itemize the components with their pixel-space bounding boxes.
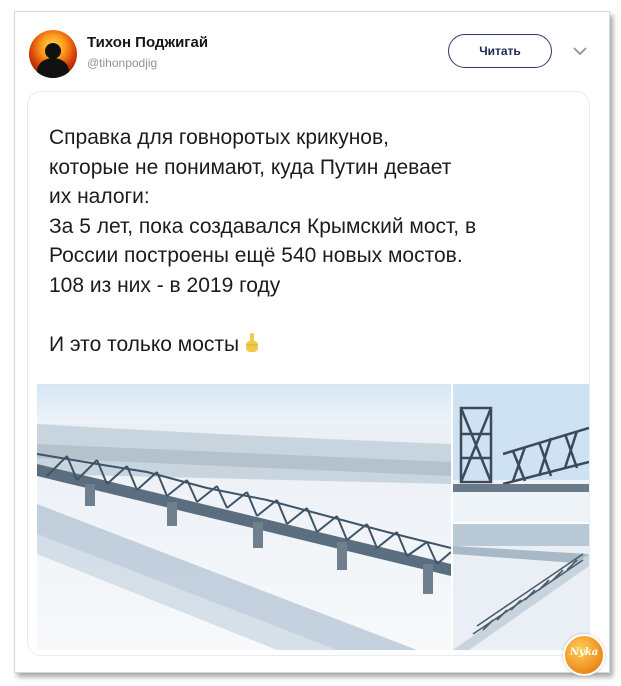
- bridge-over-frozen-river-photo[interactable]: [453, 524, 589, 650]
- author-avatar[interactable]: [29, 30, 77, 78]
- watermark-text: Nyka: [569, 647, 599, 658]
- tweet-card: Справка для говноротых крикунов, которые…: [27, 91, 590, 656]
- chevron-down-icon[interactable]: [571, 42, 589, 60]
- author-handle[interactable]: @tihonpodjig: [87, 56, 157, 70]
- pointing-up-hand-icon: [243, 332, 261, 354]
- steel-truss-bridge-closeup-photo[interactable]: [453, 384, 589, 522]
- author-display-name[interactable]: Тихон Поджигай: [87, 34, 208, 51]
- silhouette-body: [37, 58, 69, 78]
- tweet-text: Справка для говноротых крикунов, которые…: [49, 123, 589, 359]
- tweet-body: Справка для говноротых крикунов, которые…: [49, 126, 477, 356]
- silhouette-head: [45, 43, 61, 59]
- tweet-screenshot-frame: Тихон Поджигай @tihonpodjig Читать Справ…: [14, 11, 610, 676]
- follow-button[interactable]: Читать: [448, 34, 552, 68]
- aerial-winter-bridge-photo[interactable]: [37, 384, 451, 650]
- site-watermark-logo: Nyka: [563, 634, 605, 676]
